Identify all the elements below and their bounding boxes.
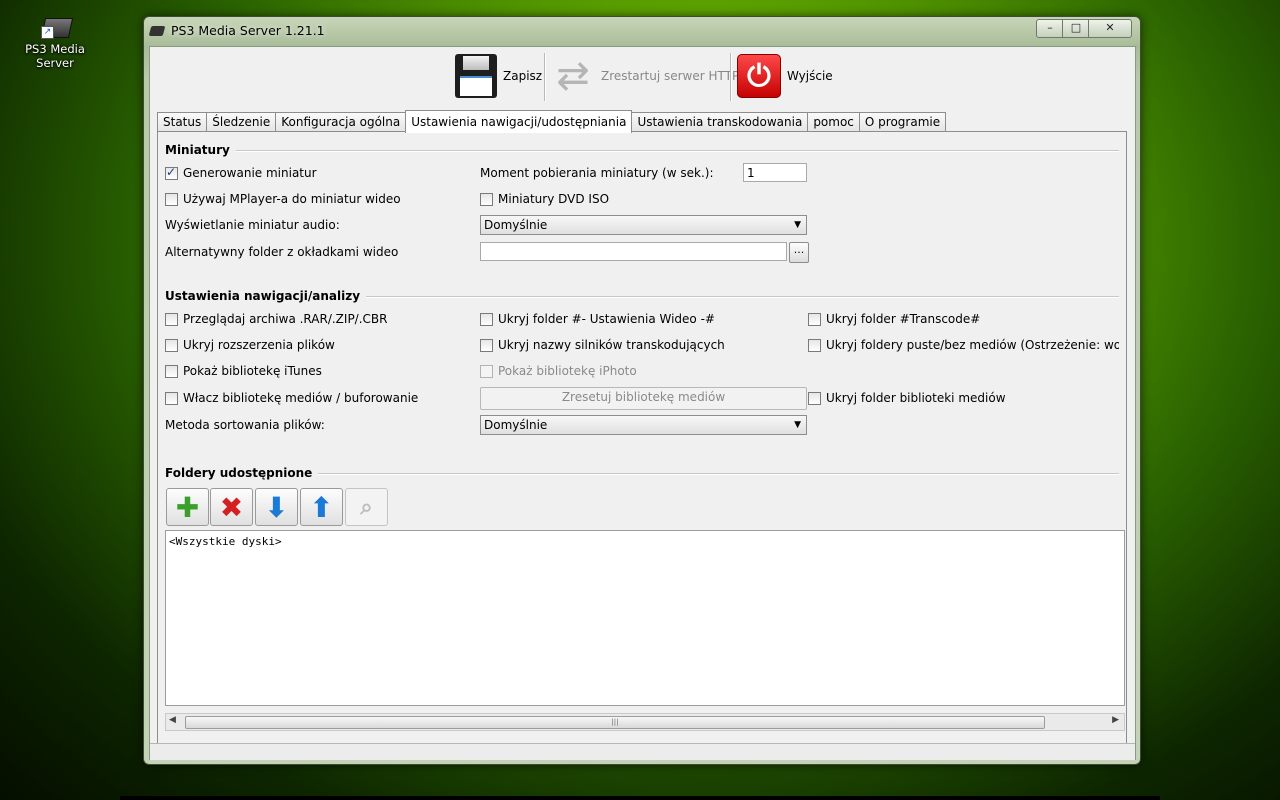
checkbox-checked[interactable]	[165, 165, 178, 180]
tab-tracing[interactable]: Śledzenie	[206, 112, 277, 132]
scan-folder-button: ⌕	[345, 488, 388, 526]
tab-transcoding[interactable]: Ustawienia transkodowania	[631, 112, 809, 132]
toolbar-separator	[544, 53, 546, 101]
cover-folder-label: Alternatywny folder z okładkami wideo	[165, 245, 399, 259]
thumbnails-section-title: Miniatury	[165, 143, 236, 157]
restart-http-button[interactable]: ⇄ Zrestartuj serwer HTTP	[551, 51, 739, 101]
tab-help[interactable]: pomoc	[807, 112, 860, 132]
show-itunes-checkbox[interactable]: Pokaż bibliotekę iTunes	[165, 364, 322, 378]
red-x-icon: ✖	[219, 490, 244, 524]
checkbox	[480, 364, 493, 378]
checkbox[interactable]	[480, 338, 493, 352]
section-divider	[286, 473, 1119, 475]
move-up-button[interactable]: ⬆	[300, 488, 343, 526]
tab-about[interactable]: O programie	[858, 112, 947, 132]
restart-label: Zrestartuj serwer HTTP	[601, 69, 740, 83]
chevron-down-icon: ▼	[794, 220, 801, 230]
refresh-arrows-icon: ⇄	[556, 53, 590, 99]
horizontal-scrollbar[interactable]: ◀ ||| ▶	[165, 713, 1125, 731]
app-icon	[148, 26, 166, 36]
taskbar-edge	[120, 796, 1160, 800]
checkbox[interactable]	[165, 338, 178, 352]
move-down-button[interactable]: ⬇	[255, 488, 298, 526]
desktop-icon-label: PS3 Media Server	[25, 42, 85, 70]
audio-thumbnails-label: Wyświetlanie miniatur audio:	[165, 218, 340, 232]
checkbox[interactable]	[808, 338, 821, 352]
hide-empty-folders-checkbox[interactable]: Ukryj foldery puste/bez mediów (Ostrzeże…	[808, 338, 1119, 352]
list-item[interactable]: <Wszystkie dyski>	[169, 535, 282, 548]
save-label: Zapisz	[503, 69, 543, 83]
show-iphoto-checkbox: Pokaż bibliotekę iPhoto	[480, 364, 637, 378]
close-button[interactable]: ✕	[1088, 19, 1132, 38]
power-icon: ⏻	[737, 54, 781, 98]
thumbnail-seek-label: Moment pobierania miniatury (w sek.):	[480, 166, 714, 180]
navigation-sharing-panel: Miniatury Generowanie miniatur Moment po…	[157, 131, 1127, 745]
exit-button[interactable]: ⏻ Wyjście	[737, 51, 833, 101]
thumbnail-seek-input[interactable]: 1	[743, 163, 807, 182]
add-folder-button[interactable]: ✚	[166, 488, 209, 526]
reset-media-library-button: Zresetuj bibliotekę mediów	[480, 387, 807, 410]
checkbox[interactable]	[808, 312, 821, 326]
toolbar: Zapisz ⇄ Zrestartuj serwer HTTP ⏻ Wyjści…	[150, 47, 1135, 107]
plus-folder-icon: ✚	[175, 490, 200, 524]
scroll-left-icon[interactable]: ◀	[169, 715, 176, 725]
hide-video-settings-checkbox[interactable]: Ukryj folder #- Ustawienia Wideo -#	[480, 312, 715, 326]
arrow-down-icon: ⬇	[264, 490, 289, 524]
save-button[interactable]: Zapisz	[455, 51, 542, 101]
remove-folder-button[interactable]: ✖	[210, 488, 253, 526]
arrow-up-icon: ⬆	[309, 490, 334, 524]
section-divider	[328, 296, 1119, 298]
hide-extensions-checkbox[interactable]: Ukryj rozszerzenia plików	[165, 338, 335, 352]
checkbox[interactable]	[165, 364, 178, 378]
checkbox[interactable]	[165, 391, 178, 405]
magnifier-icon: ⌕	[360, 494, 373, 520]
tab-bar: Status Śledzenie Konfiguracja ogólna Ust…	[157, 110, 947, 133]
desktop-icon-ps3-media-server[interactable]: ↗ PS3 Media Server	[6, 12, 104, 70]
checkbox[interactable]	[808, 391, 821, 405]
checkbox[interactable]	[165, 192, 178, 206]
enable-media-cache-checkbox[interactable]: Włacz bibliotekę mediów / buforowanie	[165, 391, 418, 405]
window-client: Zapisz ⇄ Zrestartuj serwer HTTP ⏻ Wyjści…	[149, 46, 1136, 760]
sort-method-select[interactable]: Domyślnie ▼	[480, 415, 807, 435]
toolbar-separator	[730, 53, 732, 101]
shared-folders-list[interactable]: <Wszystkie dyski>	[165, 530, 1125, 706]
browse-archives-checkbox[interactable]: Przeglądaj archiwa .RAR/.ZIP/.CBR	[165, 312, 387, 326]
tab-navigation-sharing[interactable]: Ustawienia nawigacji/udostępniania	[405, 110, 633, 133]
cover-folder-input[interactable]	[480, 242, 787, 261]
scroll-right-icon[interactable]: ▶	[1112, 715, 1119, 725]
checkbox[interactable]	[480, 192, 493, 206]
generate-thumbnails-checkbox[interactable]: Generowanie miniatur	[165, 165, 317, 180]
tab-status[interactable]: Status	[157, 112, 208, 132]
minimize-button[interactable]: –	[1036, 19, 1064, 38]
mplayer-thumbnails-checkbox[interactable]: Używaj MPlayer-a do miniatur wideo	[165, 192, 401, 206]
dvd-iso-thumbnails-checkbox[interactable]: Miniatury DVD ISO	[480, 192, 609, 206]
chevron-down-icon: ▼	[794, 420, 801, 430]
scrollbar-thumb[interactable]: |||	[185, 716, 1045, 729]
section-divider	[218, 150, 1119, 152]
title-bar[interactable]: PS3 Media Server 1.21.1 – □ ✕	[144, 17, 1140, 45]
hide-transcode-folder-checkbox[interactable]: Ukryj folder #Transcode#	[808, 312, 980, 326]
shared-folders-section-title: Foldery udostępnione	[165, 466, 319, 480]
ps3-server-icon: ↗	[37, 12, 74, 40]
window-title: PS3 Media Server 1.21.1	[171, 23, 325, 38]
checkbox[interactable]	[165, 312, 178, 326]
browse-button[interactable]: ...	[789, 242, 809, 263]
hide-media-library-checkbox[interactable]: Ukryj folder biblioteki mediów	[808, 391, 1006, 405]
tab-general-config[interactable]: Konfiguracja ogólna	[275, 112, 407, 132]
checkbox[interactable]	[480, 312, 493, 326]
hide-engine-names-checkbox[interactable]: Ukryj nazwy silników transkodujących	[480, 338, 725, 352]
maximize-button[interactable]: □	[1062, 19, 1090, 38]
status-bar	[150, 743, 1135, 760]
navigation-section-title: Ustawienia nawigacji/analizy	[165, 289, 367, 303]
sort-method-label: Metoda sortowania plików:	[165, 418, 325, 432]
main-window: PS3 Media Server 1.21.1 – □ ✕ Zapisz ⇄ Z…	[143, 16, 1141, 765]
audio-thumbnails-select[interactable]: Domyślnie ▼	[480, 215, 807, 235]
exit-label: Wyjście	[787, 69, 833, 83]
floppy-disk-icon	[455, 54, 497, 98]
